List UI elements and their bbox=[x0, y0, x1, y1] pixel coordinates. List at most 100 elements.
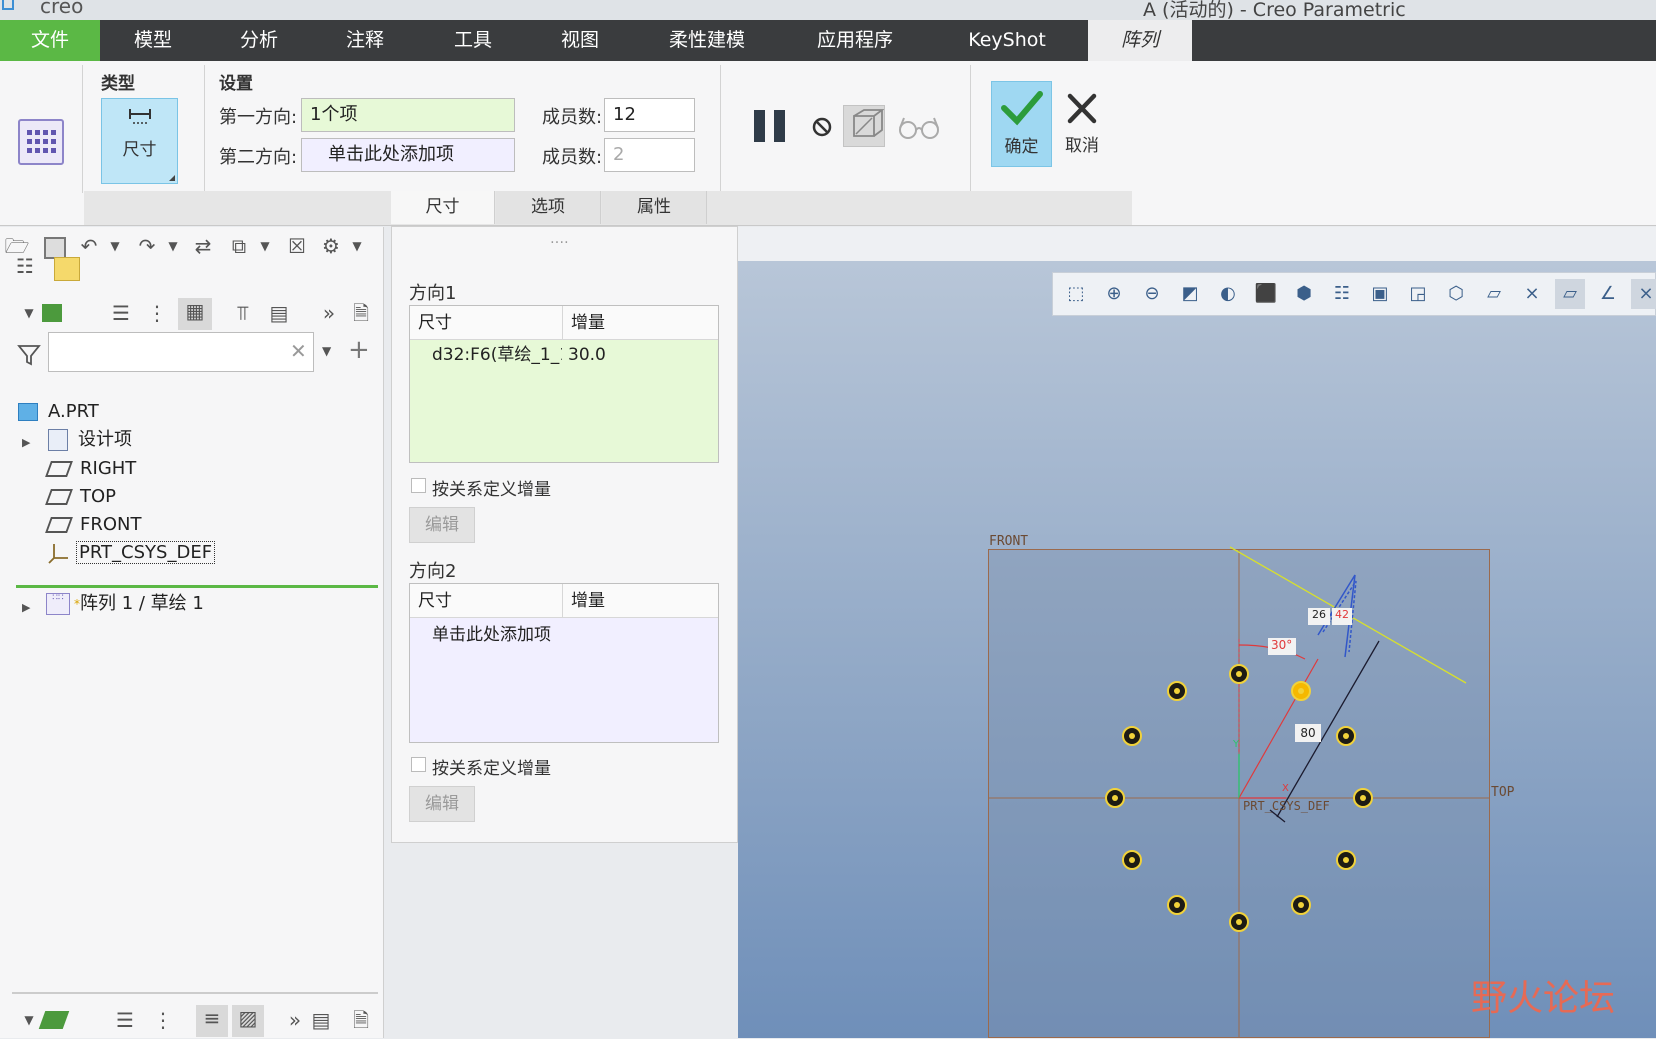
more-tools-icon[interactable]: » bbox=[316, 300, 342, 326]
layer-list-icon[interactable]: ☰ bbox=[112, 1007, 138, 1033]
relation-checkbox-1[interactable] bbox=[411, 478, 426, 493]
pattern-member-dot[interactable] bbox=[1291, 680, 1311, 701]
panel-grip-icon[interactable]: ․․․․ bbox=[550, 231, 569, 247]
graphics-viewport[interactable]: ⬚ ⊕ ⊖ ◩ ◐ ⬛ ⬢ ☷ ▣ ◲ ⬡ ▱ ⨯ ▱ ∠ ⨯ FRONT TO… bbox=[738, 227, 1656, 1038]
redo-icon[interactable]: ↷ bbox=[134, 233, 160, 259]
pattern-member-dot[interactable] bbox=[1336, 726, 1357, 746]
relation-checkbox-2[interactable] bbox=[411, 757, 426, 772]
expand-arrow-icon[interactable]: ▶ bbox=[22, 601, 30, 614]
preview-glasses-button[interactable] bbox=[898, 113, 940, 141]
ok-button[interactable]: 确定 bbox=[991, 81, 1052, 167]
table-row[interactable]: d32:F6(草绘_1_1 30.0 bbox=[410, 340, 718, 370]
layer-filter-icon[interactable]: ⋮ bbox=[150, 1007, 176, 1033]
windows-icon[interactable]: ⧉ bbox=[226, 233, 252, 259]
layer-dropdown-icon[interactable]: ▼ bbox=[16, 1007, 42, 1033]
search-dropdown-icon[interactable]: ▼ bbox=[322, 344, 331, 358]
menu-view[interactable]: 视图 bbox=[528, 20, 632, 61]
geometry-preview-button[interactable] bbox=[843, 105, 885, 147]
model-tree-tab-icon[interactable]: ☷ bbox=[12, 253, 38, 279]
column-dimension: 尺寸 bbox=[418, 591, 452, 611]
member-count-2-input[interactable]: 2 bbox=[604, 138, 695, 172]
type-dimension-button[interactable]: 尺寸 bbox=[101, 98, 178, 184]
first-direction-collector[interactable]: 1个项 bbox=[301, 98, 515, 132]
settings-group-label: 设置 bbox=[219, 74, 253, 94]
undo-icon[interactable]: ↶ bbox=[76, 233, 102, 259]
close-window-icon[interactable]: ☒ bbox=[284, 233, 310, 259]
settings-gear-icon[interactable]: ⚙ bbox=[318, 233, 344, 259]
pattern-member-dot[interactable] bbox=[1291, 895, 1311, 916]
menu-keyshot[interactable]: KeyShot bbox=[928, 20, 1086, 61]
menu-annotate[interactable]: 注释 bbox=[312, 20, 418, 61]
menu-pattern[interactable]: 阵列 bbox=[1088, 20, 1192, 61]
menu-flexible-modeling[interactable]: 柔性建模 bbox=[632, 20, 782, 61]
type-group-label: 类型 bbox=[101, 74, 135, 94]
tree-search-input[interactable] bbox=[48, 332, 314, 372]
more-layer-tools-icon[interactable]: » bbox=[282, 1007, 308, 1033]
save-icon[interactable] bbox=[44, 237, 66, 259]
tab-options[interactable]: 选项 bbox=[496, 191, 601, 224]
layer-visibility-icon[interactable]: ≡ bbox=[196, 1005, 228, 1037]
tree-item-label: 阵列 1 / 草绘 1 bbox=[80, 593, 204, 614]
tree-layers-icon[interactable]: ▤ bbox=[266, 300, 292, 326]
notes-icon[interactable]: 🗎 bbox=[348, 300, 374, 326]
tree-item-part[interactable]: A.PRT bbox=[18, 398, 99, 426]
undo-dropdown-icon[interactable]: ▼ bbox=[102, 233, 128, 259]
tree-item-right[interactable]: RIGHT bbox=[45, 455, 136, 483]
menu-tools[interactable]: 工具 bbox=[418, 20, 528, 61]
datum-plane-icon bbox=[45, 461, 73, 477]
pattern-member-dot[interactable] bbox=[1229, 664, 1249, 684]
tree-item-top[interactable]: TOP bbox=[45, 483, 116, 511]
tree-settings-icon[interactable]: ⫪ bbox=[230, 300, 256, 326]
layer-stack-icon bbox=[38, 1011, 70, 1029]
windows-dropdown-icon[interactable]: ▼ bbox=[252, 233, 278, 259]
menu-model[interactable]: 模型 bbox=[100, 20, 206, 61]
add-item-placeholder[interactable]: 单击此处添加项 bbox=[432, 620, 551, 645]
menu-file[interactable]: 文件 bbox=[0, 20, 100, 61]
tree-filter-icon[interactable]: ⋮ bbox=[144, 300, 170, 326]
pattern-member-dot[interactable] bbox=[1167, 895, 1187, 916]
folder-browser-tab-icon[interactable] bbox=[54, 257, 80, 281]
row-increment[interactable]: 30.0 bbox=[568, 340, 606, 370]
edit-button-2[interactable]: 编辑 bbox=[409, 786, 475, 822]
tree-item-label: A.PRT bbox=[48, 401, 99, 422]
tab-dimensions[interactable]: 尺寸 bbox=[391, 191, 495, 224]
add-filter-icon[interactable]: + bbox=[348, 335, 370, 365]
expand-arrow-icon[interactable]: ▶ bbox=[22, 436, 30, 449]
pattern-member-dot[interactable] bbox=[1336, 850, 1357, 870]
tree-item-front[interactable]: FRONT bbox=[45, 511, 142, 539]
cancel-button[interactable]: 取消 bbox=[1057, 81, 1107, 167]
clear-search-icon[interactable]: ✕ bbox=[290, 339, 307, 363]
layer-tree-icon[interactable]: ▤ bbox=[308, 1007, 334, 1033]
tree-item-csys[interactable]: PRT_CSYS_DEF bbox=[48, 539, 216, 567]
settings-dropdown-icon[interactable]: ▼ bbox=[344, 233, 370, 259]
menu-analysis[interactable]: 分析 bbox=[206, 20, 312, 61]
pattern-member-dot[interactable] bbox=[1121, 850, 1142, 870]
tree-item-design-items[interactable]: 设计项 bbox=[48, 426, 132, 454]
type-dimension-label: 尺寸 bbox=[122, 140, 157, 160]
insert-indicator-bar[interactable] bbox=[16, 585, 378, 588]
ok-label: 确定 bbox=[1004, 137, 1039, 157]
redo-dropdown-icon[interactable]: ▼ bbox=[160, 233, 186, 259]
pattern-member-dot[interactable] bbox=[1353, 788, 1373, 808]
pause-button[interactable] bbox=[752, 108, 788, 144]
pattern-member-dot[interactable] bbox=[1121, 726, 1142, 746]
tree-columns-icon[interactable]: ▦ bbox=[178, 298, 212, 330]
tab-properties[interactable]: 属性 bbox=[602, 191, 707, 224]
second-direction-collector[interactable]: 单击此处添加项 bbox=[301, 138, 515, 172]
show-list-icon[interactable]: ☰ bbox=[108, 300, 134, 326]
direction-2-table[interactable]: 尺寸 增量 单击此处添加项 bbox=[409, 583, 719, 743]
direction-1-table[interactable]: 尺寸 增量 d32:F6(草绘_1_1 30.0 bbox=[409, 305, 719, 463]
pattern-member-dot[interactable] bbox=[1167, 680, 1187, 701]
edit-button-1[interactable]: 编辑 bbox=[409, 507, 475, 543]
pattern-member-dot[interactable] bbox=[1229, 912, 1249, 932]
menu-applications[interactable]: 应用程序 bbox=[782, 20, 928, 61]
no-preview-button[interactable] bbox=[810, 115, 834, 139]
layer-notes-icon[interactable]: 🗎 bbox=[348, 1007, 374, 1033]
filter-funnel-icon[interactable] bbox=[16, 342, 44, 372]
regenerate-icon[interactable]: ⇄ bbox=[190, 233, 216, 259]
member-count-1-input[interactable]: 12 bbox=[604, 98, 695, 132]
pattern-member-dot[interactable] bbox=[1105, 788, 1125, 808]
layer-props-icon[interactable]: ▨ bbox=[232, 1005, 264, 1037]
tree-item-pattern[interactable]: ∷∷ *阵列 1 / 草绘 1 bbox=[46, 590, 204, 618]
tree-dropdown-icon[interactable]: ▼ bbox=[16, 300, 42, 326]
